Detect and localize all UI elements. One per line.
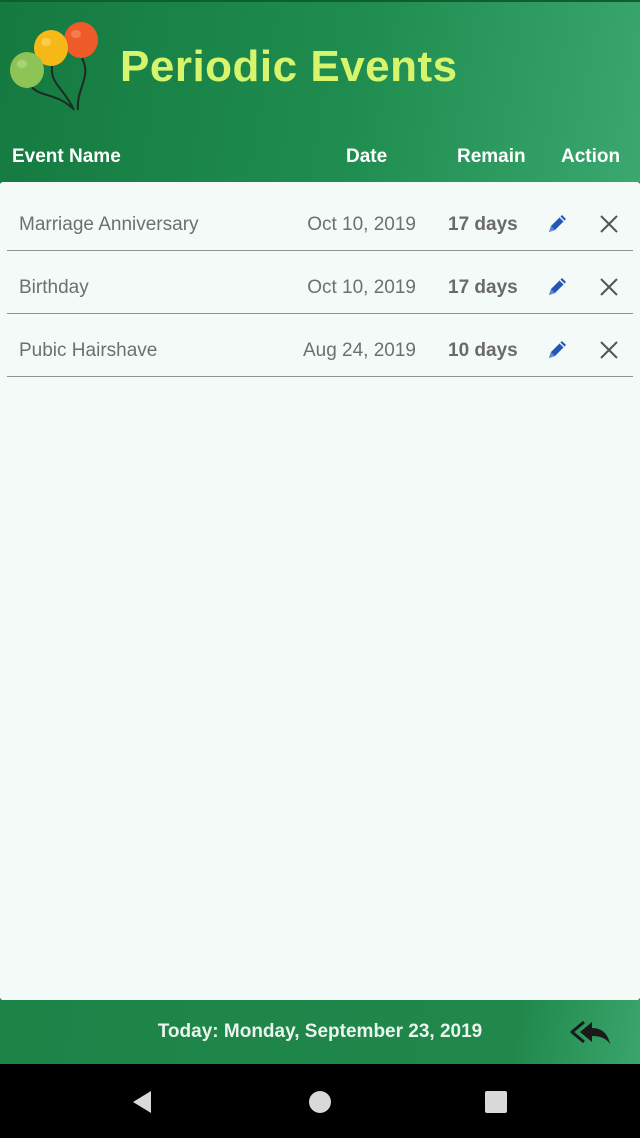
footer-bar: Today: Monday, September 23, 2019 <box>0 1000 640 1064</box>
event-remain: 10 days <box>448 340 518 361</box>
event-name: Birthday <box>19 277 89 298</box>
event-date: Oct 10, 2019 <box>307 277 416 298</box>
event-remain: 17 days <box>448 277 518 298</box>
event-name: Marriage Anniversary <box>19 214 199 235</box>
event-row[interactable]: Marriage Anniversary Oct 10, 2019 17 day… <box>7 188 633 251</box>
column-header-action: Action <box>561 146 621 167</box>
column-header-event-name: Event Name <box>12 146 121 167</box>
android-nav-bar <box>0 1064 640 1138</box>
delete-icon[interactable] <box>597 275 621 299</box>
column-header-date: Date <box>346 146 388 167</box>
delete-icon[interactable] <box>597 212 621 236</box>
edit-icon[interactable] <box>545 338 569 362</box>
nav-recents-icon[interactable] <box>484 1090 508 1114</box>
event-name: Pubic Hairshave <box>19 340 158 361</box>
column-headers: Event Name Date Remain Action <box>0 140 640 176</box>
event-date: Aug 24, 2019 <box>302 340 416 361</box>
nav-home-icon[interactable] <box>308 1090 332 1114</box>
nav-back-icon[interactable] <box>129 1089 155 1115</box>
event-row[interactable]: Birthday Oct 10, 2019 17 days <box>7 251 633 314</box>
reply-all-icon[interactable] <box>570 1018 612 1046</box>
events-list: Marriage Anniversary Oct 10, 2019 17 day… <box>0 182 640 1000</box>
balloons-icon <box>10 22 98 111</box>
edit-icon[interactable] <box>545 212 569 236</box>
edit-icon[interactable] <box>545 275 569 299</box>
app-header: Periodic Events Event Name Date Remain A… <box>0 0 640 182</box>
app-title: Periodic Events <box>120 42 458 91</box>
delete-icon[interactable] <box>597 338 621 362</box>
column-header-remain: Remain <box>457 146 526 167</box>
event-date: Oct 10, 2019 <box>307 214 416 235</box>
today-date: Today: Monday, September 23, 2019 <box>157 1021 483 1042</box>
event-remain: 17 days <box>448 214 518 235</box>
event-row[interactable]: Pubic Hairshave Aug 24, 2019 10 days <box>7 314 633 377</box>
